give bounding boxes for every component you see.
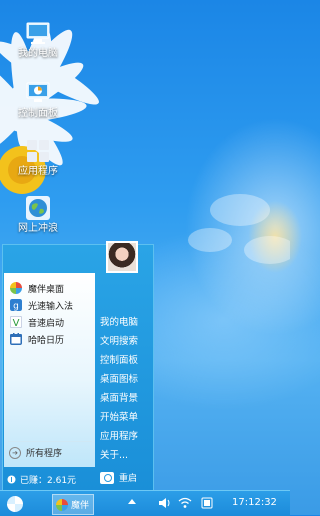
- desktop-icon-apps[interactable]: 应用程序: [13, 138, 63, 178]
- arrow-right-icon: ➔: [9, 446, 21, 459]
- svg-text:V: V: [13, 318, 20, 328]
- restart-icon: [100, 471, 114, 484]
- volume-icon[interactable]: [158, 497, 172, 509]
- user-avatar[interactable]: [106, 241, 138, 273]
- globe-icon: [26, 196, 50, 220]
- desktop-icon-label: 应用程序: [18, 166, 58, 177]
- menu-item-about[interactable]: 关于...: [100, 447, 128, 461]
- restart-button[interactable]: 重启: [100, 471, 137, 484]
- desktop-icon-label: 网上冲浪: [18, 223, 58, 234]
- menu-item-desktop-background[interactable]: 桌面背景: [100, 390, 138, 404]
- control-panel-icon: [26, 82, 50, 102]
- app-item-label: 魔伴桌面: [28, 284, 65, 295]
- desktop-icon-label: 控制面板: [18, 108, 58, 119]
- pinwheel-icon: [56, 498, 68, 511]
- v-icon: V: [10, 316, 22, 328]
- computer-icon: [26, 22, 50, 44]
- wifi-icon[interactable]: [178, 497, 192, 509]
- svg-text:g: g: [13, 302, 19, 312]
- desktop-icon-label: 我的电脑: [18, 48, 58, 59]
- desktop-icon-control-panel[interactable]: 控制面板: [13, 80, 63, 120]
- all-programs-label: 所有程序: [26, 449, 63, 459]
- app-item-input-method[interactable]: g 光速输入法: [10, 297, 73, 313]
- all-programs-button[interactable]: ➔ 所有程序: [9, 446, 62, 459]
- app-item-calendar[interactable]: 哈哈日历: [10, 331, 64, 347]
- menu-item-search[interactable]: 文明搜索: [100, 333, 138, 347]
- divider: [8, 441, 92, 442]
- app-item-quick-launch[interactable]: V 音速启动: [10, 314, 64, 330]
- start-menu-apps-panel: 魔伴桌面 g 光速输入法 V 音速启动 哈哈日历 ➔ 所有程序: [4, 273, 95, 467]
- restart-label: 重启: [119, 474, 138, 484]
- apps-icon: [27, 140, 49, 162]
- pinwheel-icon: [10, 282, 22, 294]
- earnings-status: 已赚：2.61元: [7, 473, 76, 486]
- start-menu: 魔伴桌面 g 光速输入法 V 音速启动 哈哈日历 ➔ 所有程序 我的电脑 文明搜…: [2, 241, 154, 492]
- desktop-icon-computer[interactable]: 我的电脑: [13, 20, 63, 60]
- desktop-icon-internet[interactable]: 网上冲浪: [13, 195, 63, 235]
- taskbar-clock[interactable]: 17:12:32: [232, 497, 277, 508]
- battery-icon[interactable]: [200, 497, 214, 509]
- app-item-label: 哈哈日历: [28, 335, 65, 346]
- menu-item-start-menu[interactable]: 开始菜单: [100, 409, 138, 423]
- taskbar-app-moban[interactable]: 魔伴: [52, 494, 94, 515]
- calendar-icon: [10, 333, 22, 345]
- start-pinwheel-icon[interactable]: [6, 495, 24, 513]
- app-item-label: 光速输入法: [28, 301, 74, 312]
- menu-item-my-computer[interactable]: 我的电脑: [100, 314, 138, 328]
- tray-expand-icon[interactable]: [128, 499, 136, 504]
- taskbar-app-label: 魔伴: [71, 501, 90, 511]
- app-item-label: 音速启动: [28, 318, 65, 329]
- taskbar: 魔伴 17:12:32: [0, 490, 290, 516]
- menu-item-desktop-icons[interactable]: 桌面图标: [100, 371, 138, 385]
- menu-item-applications[interactable]: 应用程序: [100, 428, 138, 442]
- coin-icon: [7, 475, 16, 484]
- menu-item-control-panel[interactable]: 控制面板: [100, 352, 138, 366]
- app-item-mobanzhuomian[interactable]: 魔伴桌面: [10, 280, 64, 296]
- g-icon: g: [10, 299, 22, 311]
- earnings-label: 已赚：2.61元: [20, 476, 77, 486]
